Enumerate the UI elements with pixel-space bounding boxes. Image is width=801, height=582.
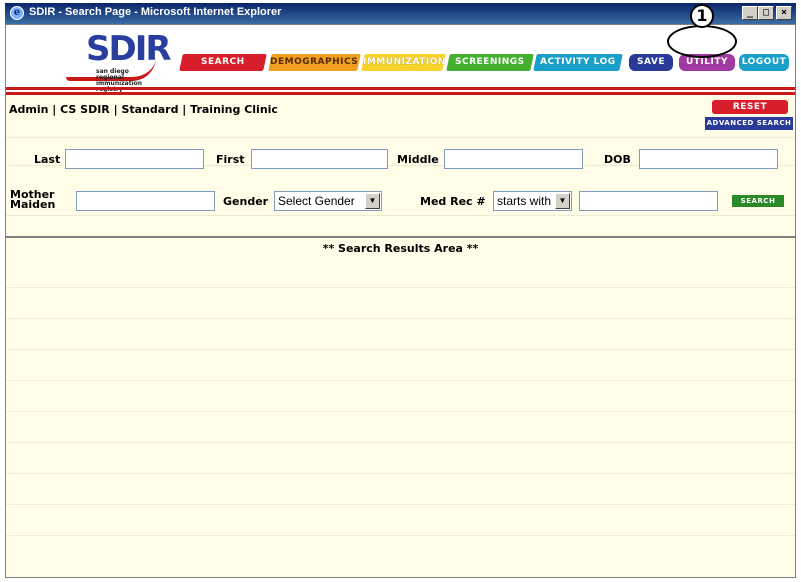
results-row-line	[6, 504, 795, 505]
reset-button[interactable]: RESET	[712, 100, 788, 114]
tab-immunization-label: IMMUNIZATION	[363, 57, 446, 67]
callout-number: 1	[690, 4, 714, 28]
logout-button-label: LOGOUT	[741, 57, 787, 67]
results-row-line	[6, 442, 795, 443]
last-name-input[interactable]	[65, 149, 204, 169]
mother-maiden-input[interactable]	[76, 191, 215, 211]
results-title: ** Search Results Area **	[322, 242, 479, 255]
medrec-input[interactable]	[579, 191, 718, 211]
first-name-label: First	[216, 153, 245, 166]
gender-label: Gender	[223, 195, 269, 208]
title-bar: e SDIR - Search Page - Microsoft Interne…	[5, 3, 796, 24]
advanced-search-button[interactable]: ADVANCED SEARCH	[705, 117, 793, 130]
tab-search-label: SEARCH	[201, 57, 245, 67]
page-content: SDIR san diego regional immunization reg…	[5, 24, 796, 578]
tab-screenings-label: SCREENINGS	[455, 57, 525, 67]
medrec-mode-value: starts with	[497, 194, 552, 208]
mother-maiden-label: Mother Maiden	[10, 189, 56, 211]
results-row-line	[6, 287, 795, 288]
gender-select-value: Select Gender	[278, 194, 355, 208]
save-button-label: SAVE	[637, 57, 665, 67]
dob-label: DOB	[604, 153, 631, 166]
minimize-button[interactable]: _	[742, 6, 758, 20]
divider	[6, 215, 795, 216]
medrec-label: Med Rec #	[420, 195, 486, 208]
results-row-line	[6, 411, 795, 412]
last-name-label: Last	[34, 153, 61, 166]
gender-select[interactable]: Select Gender ▼	[274, 191, 382, 211]
user-info: Admin | CS SDIR | Standard | Training Cl…	[9, 103, 278, 116]
results-separator	[6, 236, 795, 238]
results-row-line	[6, 380, 795, 381]
browser-window: e SDIR - Search Page - Microsoft Interne…	[0, 0, 801, 582]
tab-activity-log[interactable]: ACTIVITY LOG	[533, 54, 623, 71]
logo-text: SDIR	[86, 29, 172, 69]
tab-demographics-label: DEMOGRAPHICS	[270, 57, 359, 67]
tab-demographics[interactable]: DEMOGRAPHICS	[268, 54, 361, 71]
first-name-input[interactable]	[251, 149, 388, 169]
search-button[interactable]: SEARCH	[732, 195, 784, 207]
window-controls: _ □ ×	[742, 6, 792, 20]
chevron-down-icon[interactable]: ▼	[365, 193, 380, 209]
chevron-down-icon[interactable]: ▼	[555, 193, 570, 209]
medrec-mode-select[interactable]: starts with ▼	[493, 191, 572, 211]
tab-immunization[interactable]: IMMUNIZATION	[361, 54, 446, 71]
results-row-line	[6, 349, 795, 350]
sdir-logo: SDIR san diego regional immunization reg…	[66, 29, 172, 93]
divider	[6, 137, 795, 138]
internet-explorer-icon: e	[10, 6, 24, 20]
window-title: SDIR - Search Page - Microsoft Internet …	[29, 6, 282, 18]
header-divider-line	[6, 87, 795, 90]
maximize-button[interactable]: □	[758, 6, 774, 20]
middle-name-label: Middle	[397, 153, 439, 166]
dob-input[interactable]	[639, 149, 778, 169]
results-row-line	[6, 535, 795, 536]
callout-highlight	[667, 25, 737, 58]
header-divider	[6, 87, 795, 95]
search-results-area	[6, 257, 795, 577]
save-button[interactable]: SAVE	[629, 54, 673, 71]
tab-activity-log-label: ACTIVITY LOG	[540, 57, 616, 67]
tab-search[interactable]: SEARCH	[179, 54, 267, 71]
mother-maiden-label-line2: Maiden	[10, 198, 56, 211]
close-button[interactable]: ×	[776, 6, 792, 20]
logout-button[interactable]: LOGOUT	[739, 54, 789, 71]
results-row-line	[6, 318, 795, 319]
header-divider-line	[6, 92, 795, 95]
results-row-line	[6, 473, 795, 474]
tab-screenings[interactable]: SCREENINGS	[446, 54, 534, 71]
middle-name-input[interactable]	[444, 149, 583, 169]
